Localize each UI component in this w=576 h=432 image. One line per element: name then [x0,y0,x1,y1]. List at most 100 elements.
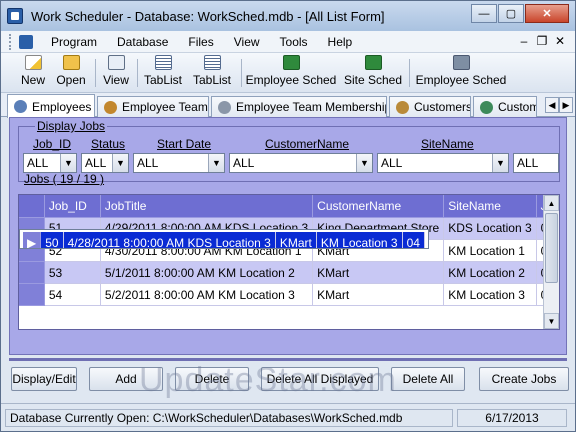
window-title: Work Scheduler - Database: WorkSched.mdb… [31,8,385,24]
mdi-close-button[interactable]: ✕ [551,34,569,48]
mdi-restore-button[interactable]: ❐ [533,34,551,48]
tab-customers[interactable]: Customers [389,96,471,117]
action-button-row: Display/Edit Add Delete Delete All Displ… [1,365,575,395]
grid-header-row: Job_ID JobTitle CustomerName SiteName Jo [19,195,559,218]
delete-all-button[interactable]: Delete All [391,367,465,391]
view-button[interactable]: View [99,55,133,91]
close-button[interactable]: ✕ [525,4,569,23]
menu-files[interactable]: Files [178,35,223,49]
delete-button[interactable]: Delete [175,367,249,391]
menu-database[interactable]: Database [107,35,178,49]
cell-customer-name[interactable]: KMart [312,261,445,284]
menu-tools[interactable]: Tools [270,35,318,49]
delete-all-displayed-button[interactable]: Delete All Displayed [261,367,379,391]
cell-site-name[interactable]: KM Location 1 [443,239,537,262]
scroll-down-icon[interactable]: ▼ [544,313,559,329]
tab-employee-teams[interactable]: Employee Teams [97,96,209,117]
tab-customer-sites[interactable]: Custom [473,96,537,117]
cell-job-title[interactable]: 5/2/2011 8:00:00 AM KM Location 3 [100,283,314,306]
cell-job-id[interactable]: 53 [44,261,101,284]
membership-icon [218,100,231,114]
table-row[interactable]: 53 5/1/2011 8:00:00 AM KM Location 2 KMa… [19,261,559,284]
person-icon [14,100,27,113]
tab-scroll-left-button[interactable]: ◀ [545,97,559,113]
start-date-filter-select[interactable]: ALL ▼ [133,153,225,173]
jobs-grid[interactable]: Job_ID JobTitle CustomerName SiteName Jo… [18,194,560,330]
grid-vertical-scrollbar[interactable]: ▲ ▼ [543,195,559,329]
toolbar-separator [95,59,96,87]
app-window: Work Scheduler - Database: WorkSched.mdb… [0,0,576,432]
cell-job-date[interactable]: 04 [402,232,425,248]
column-header-site-name[interactable]: SiteName [443,195,537,218]
employee-calendar-icon [452,55,470,70]
column-header-job-title[interactable]: JobTitle [100,195,314,218]
display-edit-button[interactable]: Display/Edit [11,367,77,391]
jobs-table: Job_ID JobTitle CustomerName SiteName Jo… [19,195,559,306]
cell-site-name[interactable]: KM Location 2 [443,261,537,284]
column-header-customer-name[interactable]: CustomerName [312,195,445,218]
panel-divider [9,358,567,361]
cell-customer-name[interactable]: KMart [312,283,445,306]
chevron-down-icon: ▼ [356,154,372,172]
cell-site-name[interactable]: KDS Location 3 [443,217,537,240]
list-icon [154,55,172,70]
menu-program[interactable]: Program [41,35,107,49]
row-selector[interactable] [19,261,45,284]
window-controls: — ▢ ✕ [470,4,569,23]
status-filter-select[interactable]: ALL ▼ [81,153,129,173]
toolbar-separator [137,59,138,87]
display-jobs-title: Display Jobs [35,119,108,133]
create-jobs-button[interactable]: Create Jobs [479,367,569,391]
scroll-thumb[interactable] [545,213,558,283]
list-icon [203,55,221,70]
tab-employee-team-memberships[interactable]: Employee Team Memberships [211,96,387,117]
cell-job-id[interactable]: 50 [40,232,64,248]
cell-customer-name[interactable]: KMart [275,232,317,248]
scroll-up-icon[interactable]: ▲ [544,195,559,211]
cell-site-name[interactable]: KM Location 3 [443,283,537,306]
menu-bar: Program Database Files View Tools Help –… [1,31,575,53]
globe-icon [480,100,493,114]
column-header-job-id[interactable]: Job_ID [44,195,101,218]
menu-view[interactable]: View [224,35,270,49]
row-selector[interactable]: ▶ [23,232,42,248]
tablist-button-1[interactable]: TabList [141,55,185,91]
team-icon [104,100,117,114]
table-row[interactable]: ▶ 50 4/28/2011 8:00:00 AM KDS Location 3… [19,229,429,249]
cell-job-title[interactable]: 4/28/2011 8:00:00 AM KDS Location 3 [63,232,276,248]
employee-sched-button[interactable]: Employee Sched [245,55,337,91]
menu-help[interactable]: Help [318,35,363,49]
tab-scroll-right-button[interactable]: ▶ [559,97,573,113]
toolbar-separator [241,59,242,87]
maximize-button[interactable]: ▢ [498,4,524,23]
toolbar-separator [409,59,410,87]
minimize-button[interactable]: — [471,4,497,23]
site-sched-button[interactable]: Site Sched [343,55,403,91]
open-button[interactable]: Open [53,55,89,91]
customer-icon [396,100,409,114]
status-filter-label: Status [91,137,126,151]
toolbar: New Open View TabList TabList Employee S… [1,53,575,93]
add-button[interactable]: Add [89,367,163,391]
site-filter-select[interactable]: ALL ▼ [377,153,509,173]
table-row[interactable]: 54 5/2/2011 8:00:00 AM KM Location 3 KMa… [19,283,559,306]
customer-filter-select[interactable]: ALL ▼ [229,153,373,173]
mdi-minimize-button[interactable]: – [515,34,533,48]
row-selector[interactable] [19,283,45,306]
job-id-filter-label: Job_ID [33,137,72,151]
status-date: 6/17/2013 [457,409,567,427]
tablist-button-2[interactable]: TabList [190,55,234,91]
cell-site-name[interactable]: KM Location 3 [316,232,403,248]
tab-employees[interactable]: Employees [7,94,95,118]
job-id-filter-select[interactable]: ALL ▼ [23,153,77,173]
mdi-document-icon[interactable] [19,34,33,49]
start-date-filter-label: Start Date [157,137,212,151]
extra-filter-select[interactable]: ALL [513,153,559,173]
title-bar[interactable]: Work Scheduler - Database: WorkSched.mdb… [1,1,575,31]
app-icon [7,8,23,24]
mdi-controls: – ❐ ✕ [515,34,569,48]
cell-job-title[interactable]: 5/1/2011 8:00:00 AM KM Location 2 [100,261,314,284]
cell-job-id[interactable]: 54 [44,283,101,306]
employee-sched-button-2[interactable]: Employee Sched [415,55,507,91]
new-button[interactable]: New [15,55,51,91]
